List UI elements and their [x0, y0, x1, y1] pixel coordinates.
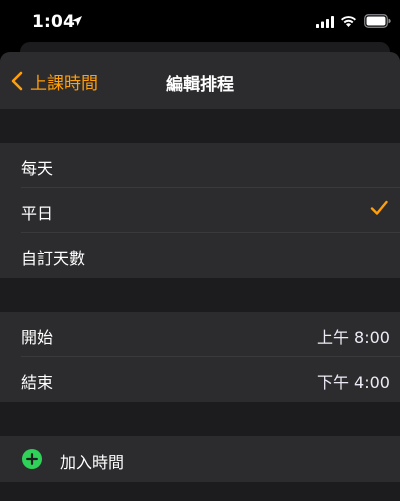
- start-time-row[interactable]: 開始 上午 8:00: [0, 312, 400, 357]
- add-time-button[interactable]: 加入時間: [0, 436, 400, 482]
- option-label: 平日: [21, 204, 54, 223]
- option-every-day[interactable]: 每天: [0, 143, 400, 188]
- location-arrow-icon: [72, 16, 82, 26]
- option-label: 自訂天數: [21, 249, 86, 268]
- start-time-label: 開始: [21, 328, 54, 347]
- start-time-value: 上午 8:00: [316, 328, 390, 347]
- end-time-row[interactable]: 結束 下午 4:00: [0, 357, 400, 402]
- add-time-group: 加入時間: [0, 436, 400, 482]
- checkmark-icon: [370, 200, 388, 215]
- option-custom-days[interactable]: 自訂天數: [0, 233, 400, 278]
- repeat-options-group: 每天 平日 自訂天數: [0, 143, 400, 278]
- screen: 1:04 上課時間 編輯排程 每天 平日 自訂天數 開始 上午 8:00 結束 …: [0, 0, 400, 501]
- battery-icon: [364, 14, 391, 28]
- add-time-label: 加入時間: [60, 453, 125, 472]
- end-time-label: 結束: [21, 373, 54, 392]
- edit-schedule-sheet: 上課時間 編輯排程 每天 平日 自訂天數 開始 上午 8:00 結束 下午 4:…: [0, 52, 400, 501]
- cellular-signal-icon: [316, 16, 334, 28]
- status-time: 1:04: [32, 12, 76, 32]
- time-settings-group: 開始 上午 8:00 結束 下午 4:00: [0, 312, 400, 402]
- status-bar: 1:04: [0, 0, 400, 44]
- navigation-bar: 上課時間 編輯排程: [0, 52, 400, 109]
- wifi-icon: [341, 16, 356, 27]
- page-title: 編輯排程: [166, 75, 234, 95]
- option-weekdays[interactable]: 平日: [0, 188, 400, 233]
- add-circle-icon: [22, 449, 42, 469]
- option-label: 每天: [21, 159, 54, 178]
- end-time-value: 下午 4:00: [316, 373, 390, 392]
